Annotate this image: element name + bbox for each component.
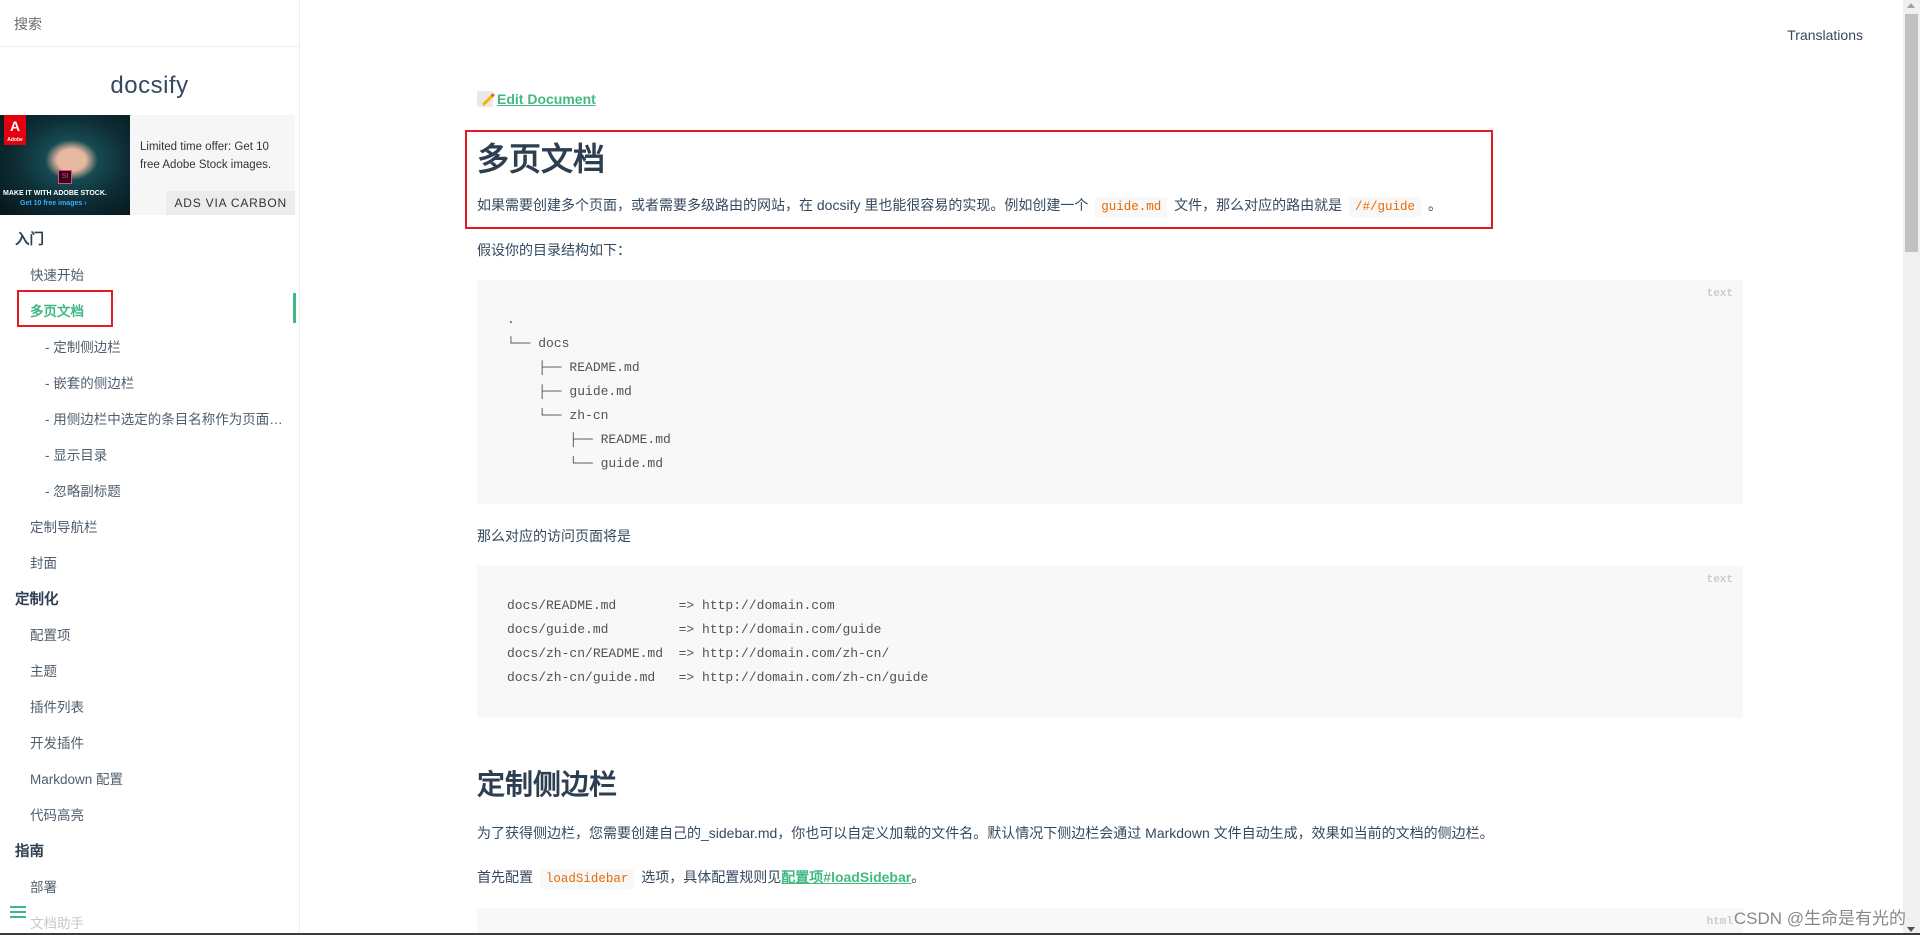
sidebar-section-heading: 指南 <box>0 834 299 870</box>
inline-code: /#/guide <box>1349 197 1421 217</box>
ad-text[interactable]: Limited time offer: Get 10 free Adobe St… <box>140 138 290 174</box>
sidebar-item[interactable]: - 忽略副标题 <box>0 474 293 510</box>
sidebar-item[interactable]: 插件列表 <box>0 690 299 726</box>
sidebar-section-heading: 入门 <box>0 222 299 258</box>
sidebar-item[interactable]: - 定制侧边栏 <box>0 330 293 366</box>
active-indicator <box>293 293 296 323</box>
search-input[interactable]: 搜索 <box>0 0 299 47</box>
stock-badge-icon: St <box>58 170 72 184</box>
sidebar-item[interactable]: 快速开始 <box>0 258 299 294</box>
intro-text: 。 <box>1428 197 1442 213</box>
sidebar-item[interactable]: - 用侧边栏中选定的条目名称作为页面标题 <box>0 402 293 438</box>
code-lang-label: text <box>1707 288 1733 300</box>
code-block-routes: text docs/README.md => http://domain.com… <box>477 566 1743 718</box>
edit-document-label: Edit Document <box>497 91 596 107</box>
intro-paragraph: 如果需要创建多个页面，或者需要多级路由的网站，在 docsify 里也能很容易的… <box>477 195 1442 215</box>
sidebar-paragraph: 为了获得侧边栏，您需要创建自己的_sidebar.md，你也可以自定义加载的文件… <box>477 823 1494 843</box>
config-link[interactable]: 配置项#loadSidebar <box>781 869 911 885</box>
translations-link[interactable]: Translations <box>1787 27 1863 43</box>
main-content: Translations Edit Document 多页文档 如果需要创建多个… <box>300 0 1903 935</box>
code-block-directory: text . └── docs ├── README.md ├── guide.… <box>477 280 1743 504</box>
ad-cta: Get 10 free images › <box>20 200 87 207</box>
paragraph-text: 选项，具体配置规则见 <box>641 869 781 885</box>
inline-code: guide.md <box>1095 197 1167 217</box>
sidebar-item[interactable]: 主题 <box>0 654 299 690</box>
code-content: docs/README.md => http://domain.com docs… <box>477 566 1743 690</box>
scroll-down-arrow-icon[interactable] <box>1907 927 1915 932</box>
routes-intro: 那么对应的访问页面将是 <box>477 526 631 546</box>
sidebar-item[interactable]: 代码高亮 <box>0 798 299 834</box>
sidebar-item[interactable]: - 嵌套的侧边栏 <box>0 366 293 402</box>
section-heading[interactable]: 定制侧边栏 <box>477 763 617 803</box>
adobe-logo-icon: AAdobe <box>4 115 26 145</box>
sidebar: 搜索 docsify AAdobe St MAKE IT WITH ADOBE … <box>0 0 300 935</box>
carbon-ad[interactable]: AAdobe St MAKE IT WITH ADOBE STOCK. Get … <box>0 115 295 215</box>
sidebar-section-heading: 定制化 <box>0 582 299 618</box>
sidebar-item[interactable]: 多页文档 <box>0 294 299 330</box>
ad-tagline: MAKE IT WITH ADOBE STOCK. <box>3 190 107 197</box>
sidebar-item[interactable]: 开发插件 <box>0 726 299 762</box>
sidebar-item[interactable]: 配置项 <box>0 618 299 654</box>
inline-code: loadSidebar <box>540 869 635 889</box>
sidebar-item[interactable]: 封面 <box>0 546 299 582</box>
scroll-thumb[interactable] <box>1905 14 1918 252</box>
code-lang-label: html <box>1707 916 1733 928</box>
dir-intro: 假设你的目录结构如下： <box>477 240 631 260</box>
code-block-html: html <box>477 908 1743 935</box>
code-lang-label: text <box>1707 574 1733 586</box>
sidebar-item[interactable]: 部署 <box>0 870 299 906</box>
code-content: . └── docs ├── README.md ├── guide.md └─… <box>477 280 1743 476</box>
sidebar-nav: 入门快速开始多页文档- 定制侧边栏- 嵌套的侧边栏- 用侧边栏中选定的条目名称作… <box>0 222 299 935</box>
pencil-icon <box>477 91 493 107</box>
sidebar-item[interactable]: Markdown 配置 <box>0 762 299 798</box>
page-title[interactable]: 多页文档 <box>477 134 605 180</box>
watermark: CSDN @生命是有光的 <box>1734 904 1906 929</box>
paragraph-text: 首先配置 <box>477 869 533 885</box>
intro-text: 文件，那么对应的路由就是 <box>1174 197 1342 213</box>
app-name-link[interactable]: docsify <box>0 69 299 103</box>
intro-text: 如果需要创建多个页面，或者需要多级路由的网站，在 docsify 里也能很容易的… <box>477 197 1088 213</box>
ad-image[interactable]: AAdobe St MAKE IT WITH ADOBE STOCK. Get … <box>0 115 130 215</box>
sidebar-item[interactable]: 定制导航栏 <box>0 510 299 546</box>
scroll-up-arrow-icon[interactable] <box>1907 3 1915 8</box>
ads-via-carbon-link[interactable]: ADS VIA CARBON <box>166 191 295 215</box>
paragraph-text: 。 <box>911 869 925 885</box>
sidebar-item[interactable]: - 显示目录 <box>0 438 293 474</box>
load-sidebar-paragraph: 首先配置 loadSidebar 选项，具体配置规则见配置项#loadSideb… <box>477 867 925 887</box>
vertical-scrollbar[interactable] <box>1903 0 1920 935</box>
sidebar-item[interactable]: 文档助手 <box>0 906 299 935</box>
edit-document-link[interactable]: Edit Document <box>477 91 596 107</box>
menu-toggle-icon[interactable] <box>10 906 26 920</box>
